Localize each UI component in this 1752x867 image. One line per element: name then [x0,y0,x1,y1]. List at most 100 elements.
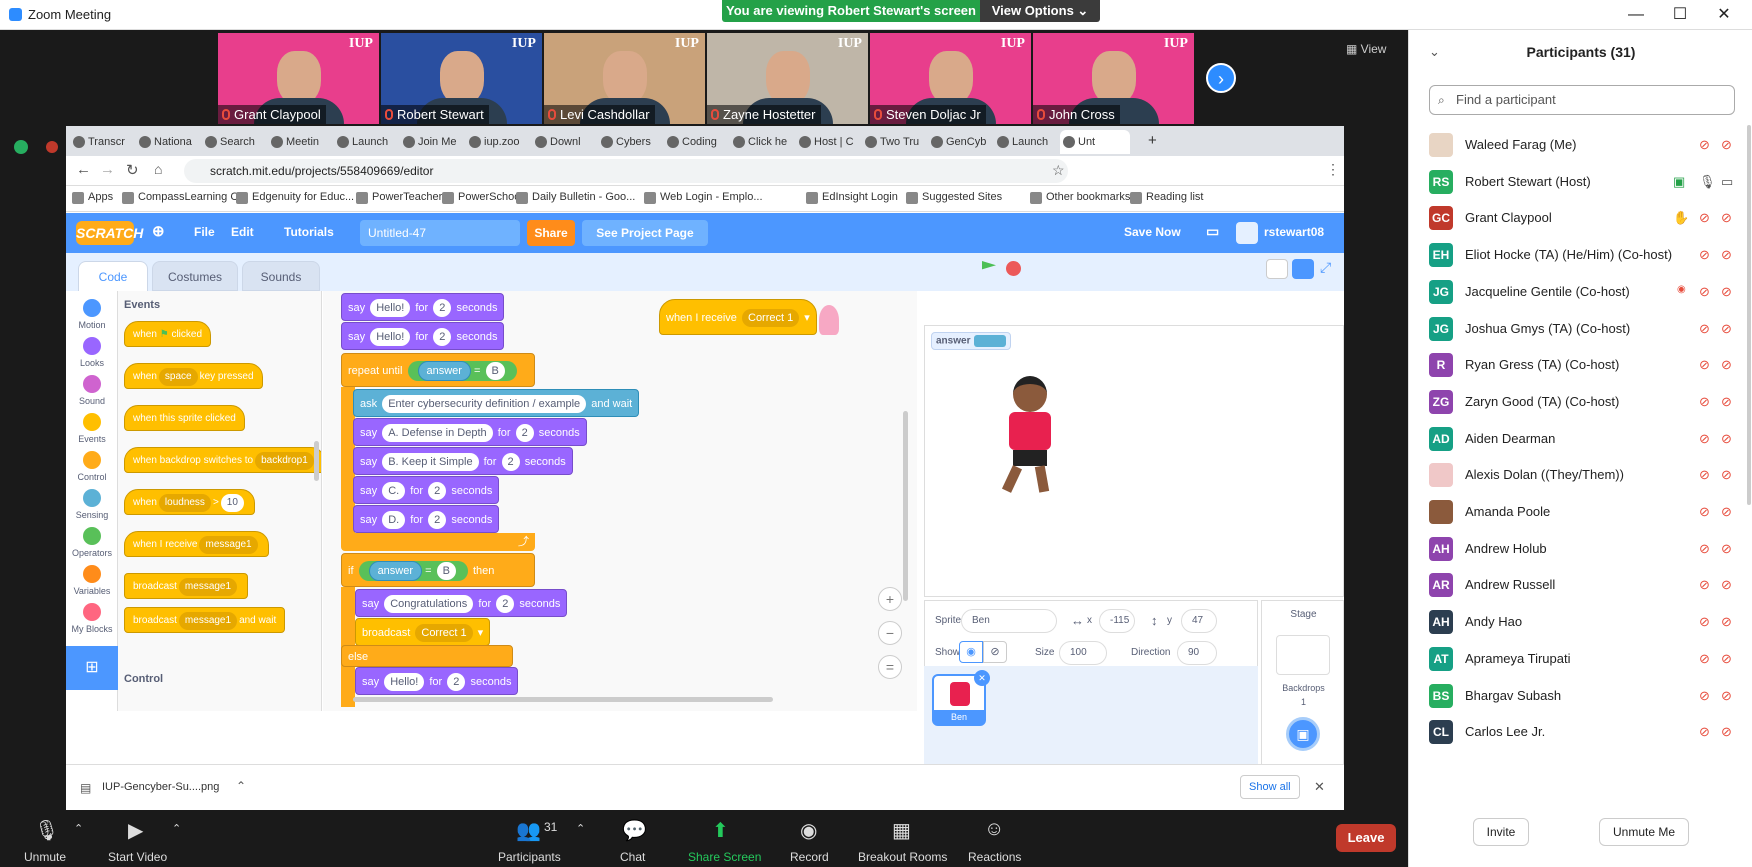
answer-reporter[interactable]: answer [417,361,471,381]
scratch-logo[interactable]: SCRATCH [76,221,143,245]
close-download-bar-icon[interactable]: ✕ [1314,779,1325,795]
workspace-scrollbar-v[interactable] [903,411,908,601]
category-variables[interactable]: Variables [66,565,118,596]
if-else-block[interactable]: if answer = B then [341,553,535,587]
block-dropdown[interactable]: Correct 1 [742,309,800,327]
palette-when-flag-clicked[interactable]: when ⚑ clicked [124,321,212,347]
url-input[interactable]: scratch.mit.edu/projects/558409669/edito… [184,159,1068,183]
category-my-blocks[interactable]: My Blocks [66,603,118,634]
download-file-name[interactable]: IUP-Gencyber-Su....png [102,781,219,793]
tab-sounds[interactable]: Sounds [242,261,320,291]
block-input[interactable]: B. Keep it Simple [382,453,479,471]
block-dropdown[interactable]: message1 [178,578,238,596]
block-input[interactable]: 2 [428,482,447,500]
category-events[interactable]: Events [66,413,118,444]
block-dropdown[interactable]: Correct 1 [415,624,473,642]
bookmark-item[interactable]: PowerTeacher [356,191,442,204]
direction-input[interactable]: 90 [1177,641,1217,665]
reactions-icon[interactable]: ☺ [984,818,1004,841]
say-hello-else-block[interactable]: say Hello! for 2 seconds [355,667,519,695]
block-input[interactable]: B [485,362,505,380]
ben-sprite[interactable] [985,376,1075,496]
say-option-a-block[interactable]: say A. Defense in Depth for 2 seconds [353,418,587,446]
palette-when-key-pressed[interactable]: when space key pressed [124,363,263,389]
block-dropdown[interactable]: backdrop1 [255,452,314,470]
participant-video-tile[interactable]: IUP Steven Doljac Jr [870,33,1031,124]
ask-block[interactable]: ask Enter cybersecurity definition / exa… [353,389,640,417]
block-dropdown[interactable]: space [158,368,198,386]
palette-broadcast-and-wait[interactable]: broadcast message1 and wait [124,607,286,633]
block-input[interactable]: 2 [447,673,466,691]
browser-tab[interactable]: Downl [532,130,594,154]
block-dropdown[interactable]: message1 [178,612,238,630]
bookmark-star-icon[interactable]: ☆ [1052,162,1065,179]
chat-icon[interactable]: 💬 [622,818,647,843]
home-icon[interactable]: ⌂ [154,161,162,177]
equals-operator[interactable]: answer = B [358,561,468,581]
block-dropdown[interactable]: loudness [158,494,211,512]
browser-tab[interactable]: Two Tru [862,130,924,154]
participant-row[interactable]: CL Carlos Lee Jr. ⊘ ⊘ [1429,712,1739,753]
block-input[interactable]: Hello! [370,299,411,317]
participants-chevron-icon[interactable]: ⌃ [576,822,585,835]
browser-tab[interactable]: Unt [1060,130,1130,154]
record-icon[interactable]: ◉ [800,818,817,843]
reactions-button[interactable]: Reactions [968,850,1021,864]
share-screen-button[interactable]: Share Screen [688,850,761,864]
project-title-input[interactable]: Untitled-47 [360,220,520,246]
category-motion[interactable]: Motion [66,299,118,330]
participant-row[interactable]: Waleed Farag (Me) ⊘ ⊘ [1429,125,1739,166]
bookmark-item[interactable]: Daily Bulletin - Goo... [516,191,635,204]
sprite-thumb-ben[interactable]: Ben ✕ [932,670,990,726]
zoom-reset-icon[interactable]: = [878,655,902,679]
participant-video-tile[interactable]: IUP Levi Cashdollar [544,33,705,124]
video-off-icon[interactable]: ▶ [128,818,143,843]
block-input[interactable]: 2 [428,511,447,529]
block-input[interactable]: C. [382,482,406,500]
browser-menu-icon[interactable]: ⋮ [1326,161,1340,178]
say-option-c-block[interactable]: say C. for 2 seconds [353,476,500,504]
bookmark-item[interactable]: Web Login - Emplo... [644,191,763,204]
browser-tab[interactable]: Click he [730,130,792,154]
block-input[interactable]: Hello! [384,673,425,691]
browser-tab[interactable]: Launch [334,130,396,154]
browser-tab[interactable]: Launch [994,130,1056,154]
say-hello-block[interactable]: say Hello! for 2 seconds [341,293,505,321]
block-input[interactable]: 2 [433,328,452,346]
participant-row[interactable]: EH Eliot Hocke (TA) (He/Him) (Co-host) ⊘ ⊘ [1429,235,1739,276]
say-hello-block[interactable]: say Hello! for 2 seconds [341,322,505,350]
block-input[interactable]: A. Defense in Depth [382,424,493,442]
video-options-chevron-icon[interactable]: ⌃ [172,822,181,835]
block-input[interactable]: 2 [433,299,452,317]
bookmark-item[interactable]: Reading list [1130,191,1203,204]
size-input[interactable]: 100 [1059,641,1107,665]
x-input[interactable]: -115 [1099,609,1135,633]
bookmark-item[interactable]: PowerSchool [442,191,523,204]
participant-row[interactable]: AT Aprameya Tirupati ⊘ ⊘ [1429,639,1739,680]
large-stage-icon[interactable] [1292,259,1314,279]
show-hidden-icon[interactable]: ⊘ [983,641,1007,663]
browser-tab[interactable]: Coding [664,130,726,154]
view-button[interactable]: ▦ View [1346,42,1386,56]
say-option-b-block[interactable]: say B. Keep it Simple for 2 seconds [353,447,573,475]
block-input[interactable]: Hello! [370,328,411,346]
browser-tab[interactable]: Search [202,130,264,154]
participant-row[interactable]: JG Joshua Gmys (TA) (Co-host) ⊘ ⊘ [1429,309,1739,350]
say-congratulations-block[interactable]: say Congratulations for 2 seconds [355,589,568,617]
palette-broadcast[interactable]: broadcast message1 [124,573,249,599]
participant-video-tile[interactable]: IUP Robert Stewart [381,33,542,124]
stop-icon[interactable] [1006,261,1021,276]
participant-video-tile[interactable]: IUP Zayne Hostetter [707,33,868,124]
start-video-button[interactable]: Start Video [108,850,167,864]
palette-when-sprite-clicked[interactable]: when this sprite clicked [124,405,245,431]
stage-canvas[interactable]: answer [924,325,1344,597]
palette-when-i-receive[interactable]: when I receive message1 [124,531,269,557]
browser-tab[interactable]: Host | C [796,130,858,154]
participant-video-tile[interactable]: IUP Grant Claypool [218,33,379,124]
download-chevron-icon[interactable]: ⌃ [236,779,246,793]
block-input[interactable]: 2 [501,453,520,471]
breakout-rooms-button[interactable]: Breakout Rooms [858,850,947,864]
participant-row[interactable]: R Ryan Gress (TA) (Co-host) ⊘ ⊘ [1429,345,1739,386]
tab-code[interactable]: Code [78,261,148,291]
participant-search-input[interactable]: ⌕ Find a participant [1429,85,1735,115]
